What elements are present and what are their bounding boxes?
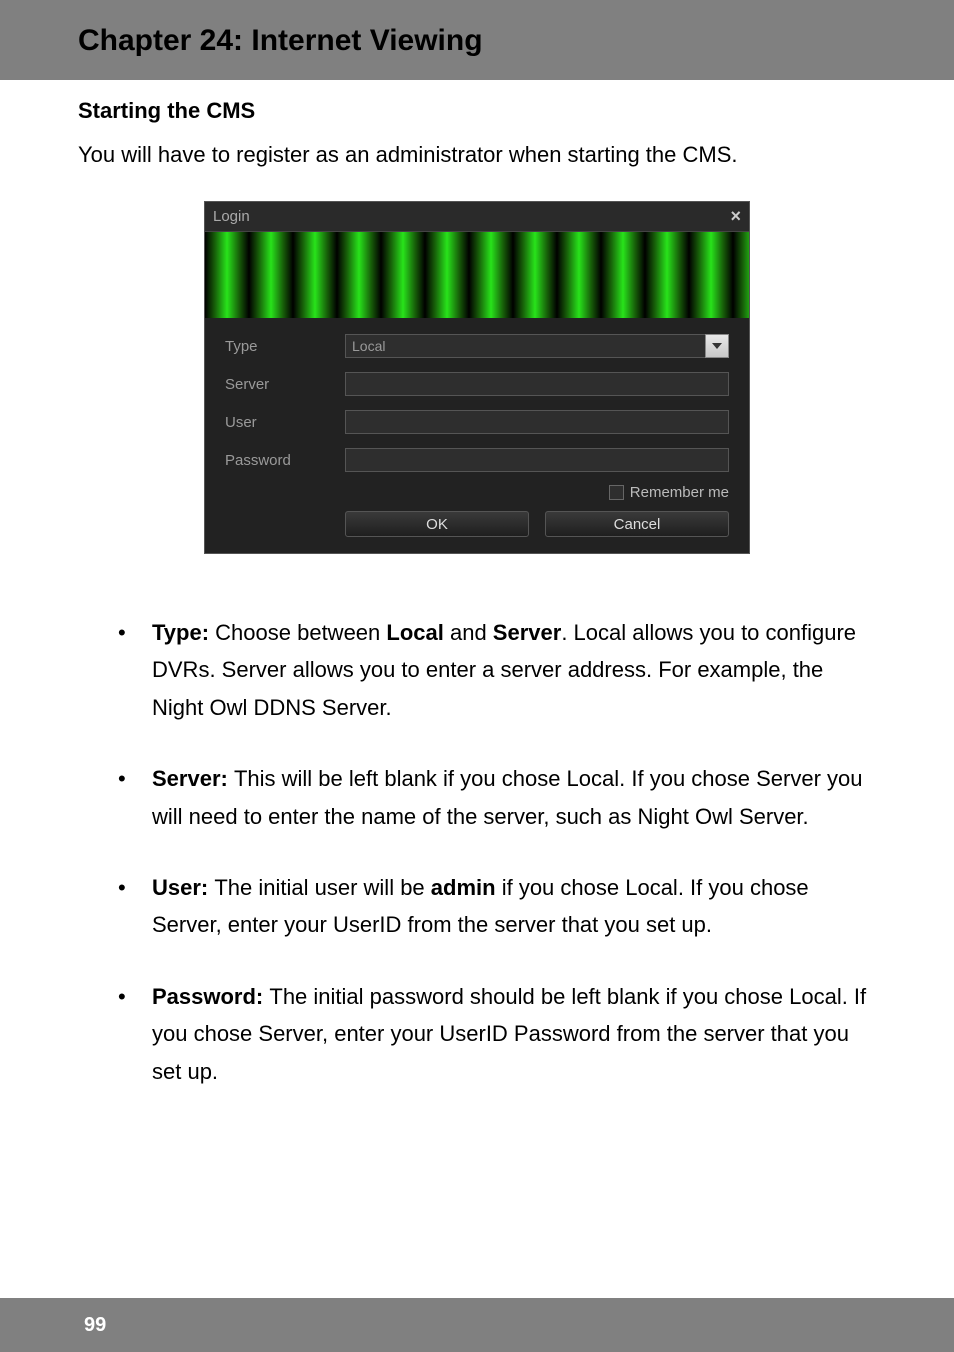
type-row: Type xyxy=(225,332,729,360)
server-input[interactable] xyxy=(345,372,729,396)
remember-row: Remember me xyxy=(225,484,729,501)
cancel-button[interactable]: Cancel xyxy=(545,511,729,537)
button-row: OK Cancel xyxy=(225,511,729,537)
text: Local xyxy=(386,620,443,645)
bullet-password-prefix: Password: xyxy=(152,984,269,1009)
type-label: Type xyxy=(225,338,345,355)
close-icon[interactable]: × xyxy=(730,206,741,227)
server-label: Server xyxy=(225,376,345,393)
password-label: Password xyxy=(225,452,345,469)
text: This will be left blank if you chose Loc… xyxy=(152,766,863,828)
document-page: Chapter 24: Internet Viewing Starting th… xyxy=(0,0,954,1352)
bullet-type-prefix: Type: xyxy=(152,620,215,645)
bullet-server-prefix: Server: xyxy=(152,766,234,791)
bullet-password: Password: The initial password should be… xyxy=(118,978,876,1090)
password-input[interactable] xyxy=(345,448,729,472)
bullet-user: User: The initial user will be admin if … xyxy=(118,869,876,944)
chevron-down-icon[interactable] xyxy=(705,334,729,358)
user-row: User xyxy=(225,408,729,436)
text: admin xyxy=(431,875,496,900)
remember-label: Remember me xyxy=(630,484,729,501)
chapter-title: Chapter 24: Internet Viewing xyxy=(78,24,914,58)
type-value[interactable] xyxy=(345,334,705,358)
bullet-user-prefix: User: xyxy=(152,875,214,900)
content-area: Starting the CMS You will have to regist… xyxy=(0,80,954,1090)
user-input[interactable] xyxy=(345,410,729,434)
bullet-server: Server: This will be left blank if you c… xyxy=(118,760,876,835)
login-banner-graphic xyxy=(205,232,749,318)
login-dialog: Login × Type Server xyxy=(204,201,750,554)
remember-checkbox[interactable] xyxy=(609,485,624,500)
user-label: User xyxy=(225,414,345,431)
type-select[interactable] xyxy=(345,334,729,358)
server-row: Server xyxy=(225,370,729,398)
intro-paragraph: You will have to register as an administ… xyxy=(78,138,876,171)
login-form: Type Server User xyxy=(205,318,749,553)
password-row: Password xyxy=(225,446,729,474)
bullet-list: Type: Choose between Local and Server. L… xyxy=(78,614,876,1090)
chapter-header: Chapter 24: Internet Viewing xyxy=(0,0,954,80)
footer-bar: 99 xyxy=(0,1298,954,1352)
text: and xyxy=(444,620,493,645)
text: The initial user will be xyxy=(214,875,430,900)
login-titlebar: Login × xyxy=(205,202,749,232)
bullet-type: Type: Choose between Local and Server. L… xyxy=(118,614,876,726)
login-title: Login xyxy=(213,208,250,225)
text: Choose between xyxy=(215,620,386,645)
ok-button[interactable]: OK xyxy=(345,511,529,537)
text: Server xyxy=(493,620,562,645)
page-number: 99 xyxy=(84,1314,106,1337)
section-heading: Starting the CMS xyxy=(78,98,876,124)
